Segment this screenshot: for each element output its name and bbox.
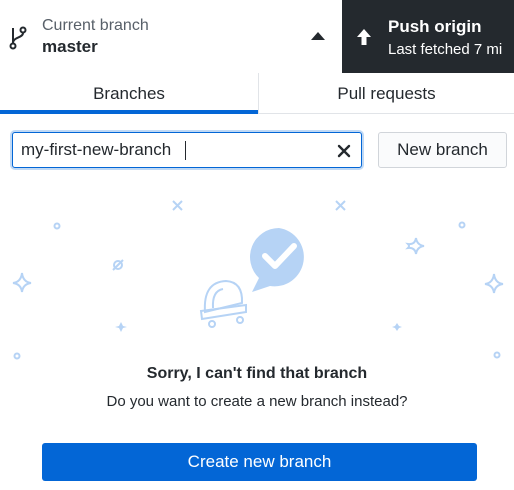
current-branch-button[interactable]: Current branch master xyxy=(0,0,342,73)
current-branch-caption: Current branch xyxy=(42,17,149,34)
tab-branches[interactable]: Branches xyxy=(0,73,258,114)
push-last-fetched: Last fetched 7 mi xyxy=(388,41,503,58)
create-new-branch-button[interactable]: Create new branch xyxy=(42,443,477,481)
git-branch-icon xyxy=(9,26,27,50)
arrow-up-icon xyxy=(357,29,371,45)
empty-state-illustration xyxy=(12,200,504,360)
check-bubble-icon xyxy=(250,228,304,292)
bell-icon xyxy=(199,279,247,328)
push-origin-button[interactable]: Push origin Last fetched 7 mi xyxy=(342,0,514,73)
toolbar: Current branch master Push origin Last f… xyxy=(0,0,514,73)
tab-bar: Branches Pull requests xyxy=(0,73,514,114)
new-branch-button[interactable]: New branch xyxy=(378,132,507,168)
tab-pull-requests[interactable]: Pull requests xyxy=(259,73,514,113)
x-icon[interactable] xyxy=(337,144,351,158)
empty-state-title: Sorry, I can't find that branch xyxy=(146,365,368,382)
branch-filter-input[interactable] xyxy=(21,133,321,167)
sparkle-decoration-icon xyxy=(12,200,504,360)
current-branch-name: master xyxy=(42,37,98,56)
branch-filter-field[interactable] xyxy=(12,132,362,168)
push-title: Push origin xyxy=(388,17,482,36)
empty-state-subtitle: Do you want to create a new branch inste… xyxy=(106,393,408,410)
caret-up-icon xyxy=(311,32,325,40)
text-cursor xyxy=(185,141,186,160)
